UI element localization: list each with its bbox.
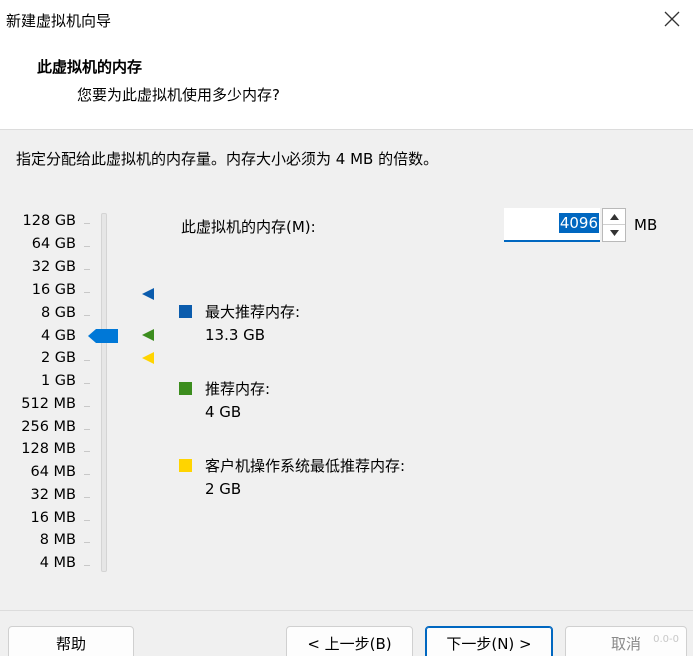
scale-label: 8 GB	[40, 305, 76, 321]
window-title: 新建虚拟机向导	[6, 12, 112, 30]
memory-label: 此虚拟机的内存(M):	[181, 218, 316, 236]
tick-mark	[84, 451, 90, 452]
caret-up-icon	[609, 213, 619, 220]
recommended-title: 推荐内存:	[205, 380, 271, 398]
recommended-value: 4 GB	[205, 403, 242, 421]
tick-mark	[84, 520, 90, 521]
memory-input-group: 4096	[504, 208, 626, 242]
scale-label: 16 MB	[30, 510, 76, 526]
tick-mark	[84, 565, 90, 566]
scale-label: 16 GB	[31, 282, 76, 298]
memory-slider-track[interactable]	[101, 213, 107, 572]
max-recommended-value: 13.3 GB	[205, 326, 266, 344]
watermark: 0.0-0	[653, 634, 679, 645]
min-recommended-title: 客户机操作系统最低推荐内存:	[205, 457, 406, 475]
tick-mark	[84, 246, 90, 247]
next-button[interactable]: 下一步(N) >	[425, 626, 553, 656]
scale-label: 4 GB	[40, 328, 76, 344]
help-button[interactable]: 帮助	[8, 626, 134, 656]
back-button[interactable]: < 上一步(B)	[286, 626, 413, 656]
scale-label: 1 GB	[40, 373, 76, 389]
scale-label: 2 GB	[40, 350, 76, 366]
tick-mark	[84, 429, 90, 430]
recommended-marker-icon	[142, 329, 154, 341]
wizard-header: 此虚拟机的内存 您要为此虚拟机使用多少内存?	[0, 40, 693, 130]
scale-label: 4 MB	[39, 555, 76, 571]
memory-input-selected-text: 4096	[558, 213, 599, 233]
tick-mark	[84, 360, 90, 361]
recommended-swatch	[179, 382, 192, 395]
spinner-up-button[interactable]	[603, 209, 625, 225]
scale-label: 64 GB	[31, 236, 76, 252]
min-recommended-marker-icon	[142, 352, 154, 364]
caret-down-icon	[609, 230, 619, 236]
scale-label: 256 MB	[21, 419, 76, 435]
scale-label: 512 MB	[21, 396, 76, 412]
tick-mark	[84, 292, 90, 293]
max-recommended-title: 最大推荐内存:	[205, 303, 301, 321]
memory-spinner[interactable]	[602, 208, 626, 242]
max-recommended-marker-icon	[142, 288, 154, 300]
scale-label: 8 MB	[39, 532, 76, 548]
tick-mark	[84, 406, 90, 407]
close-icon[interactable]	[661, 7, 683, 31]
scale-label: 32 GB	[31, 259, 76, 275]
memory-slider-thumb[interactable]	[88, 329, 118, 343]
tick-mark	[84, 542, 90, 543]
spinner-down-button[interactable]	[603, 225, 625, 241]
scale-label: 128 GB	[22, 213, 76, 229]
min-recommended-swatch	[179, 459, 192, 472]
tick-mark	[84, 474, 90, 475]
tick-mark	[84, 223, 90, 224]
tick-mark	[84, 269, 90, 270]
scale-label: 128 MB	[21, 441, 76, 457]
max-recommended-swatch	[179, 305, 192, 318]
title-bar: 新建虚拟机向导	[0, 0, 693, 40]
page-subtitle: 您要为此虚拟机使用多少内存?	[77, 86, 280, 104]
memory-unit: MB	[634, 216, 658, 234]
page-title: 此虚拟机的内存	[37, 58, 143, 76]
instruction-text: 指定分配给此虚拟机的内存量。内存大小必须为 4 MB 的倍数。	[16, 150, 439, 168]
scale-label: 64 MB	[30, 464, 76, 480]
tick-mark	[84, 497, 90, 498]
min-recommended-value: 2 GB	[205, 480, 242, 498]
scale-label: 32 MB	[30, 487, 76, 503]
tick-mark	[84, 315, 90, 316]
tick-mark	[84, 383, 90, 384]
